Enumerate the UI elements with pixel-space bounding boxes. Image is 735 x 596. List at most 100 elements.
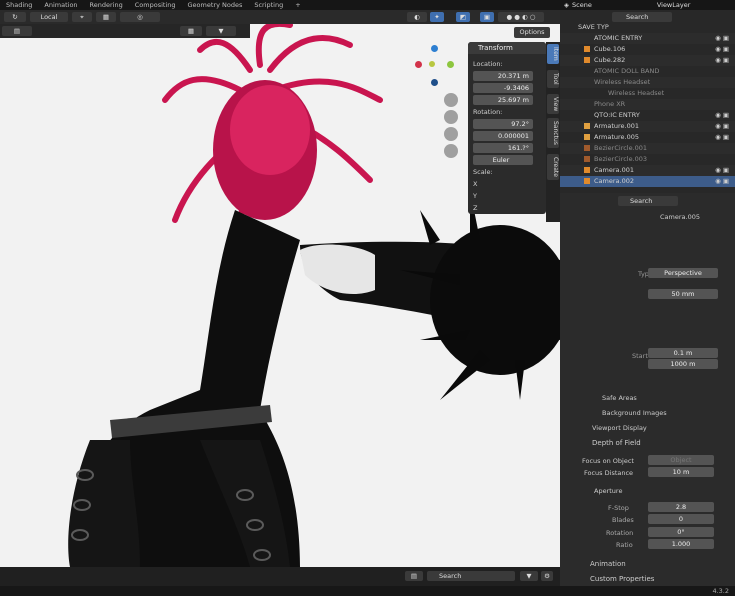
rotation-x-field[interactable]: 97.2° bbox=[473, 119, 533, 129]
tab-sanctus[interactable]: Sanctus bbox=[547, 118, 559, 148]
eye-icon[interactable]: ◉ ▣ bbox=[715, 121, 729, 132]
add-workspace-icon[interactable]: + bbox=[289, 0, 306, 10]
safe-areas-label[interactable]: Safe Areas bbox=[602, 394, 637, 402]
aperture-rotation-field[interactable]: 0° bbox=[648, 527, 714, 537]
status-bar: 4.3.2 bbox=[0, 586, 735, 596]
animation-section[interactable]: Animation bbox=[590, 560, 626, 568]
list-item[interactable]: Armature.001 bbox=[594, 121, 639, 132]
list-item[interactable]: Cube.106 bbox=[594, 44, 625, 55]
navigation-gizmo[interactable] bbox=[415, 45, 460, 90]
eye-icon[interactable]: ◉ ▣ bbox=[715, 132, 729, 143]
filter-icon[interactable]: ▼ bbox=[206, 26, 236, 36]
neg-x-axis-icon[interactable] bbox=[429, 61, 435, 67]
list-item[interactable]: SAVE TYP bbox=[578, 22, 609, 33]
transform-header[interactable]: Transform bbox=[468, 42, 546, 54]
shading-modes[interactable]: ● ● ◐ ○ bbox=[498, 12, 544, 22]
location-x-field[interactable]: 20.371 m bbox=[473, 71, 533, 81]
fstop-field[interactable]: 2.8 bbox=[648, 502, 714, 512]
blades-field[interactable]: 0 bbox=[648, 514, 714, 524]
proportional-edit-icon[interactable]: ◎ bbox=[120, 12, 160, 22]
type-dropdown[interactable]: Perspective bbox=[648, 268, 718, 278]
zoom-icon[interactable] bbox=[444, 93, 458, 107]
editor-type-icon[interactable]: ▤ bbox=[2, 26, 32, 36]
gizmo-icon[interactable]: ✦ bbox=[430, 12, 444, 22]
list-item[interactable]: Wireless Headset bbox=[594, 77, 650, 88]
focal-length-field[interactable]: 50 mm bbox=[648, 289, 718, 299]
properties-search[interactable]: Search bbox=[618, 196, 678, 206]
timeline-search[interactable]: Search bbox=[427, 571, 515, 581]
armature-icon bbox=[584, 123, 590, 129]
focus-object-field[interactable]: Object bbox=[648, 455, 714, 465]
z-axis-icon[interactable] bbox=[431, 45, 438, 52]
filter-icon[interactable]: ▼ bbox=[520, 571, 538, 581]
outliner-search[interactable]: Search bbox=[612, 12, 672, 22]
snap-target-icon[interactable]: ▦ bbox=[96, 12, 116, 22]
viewport-header: ↻ Local ⌖ ▦ ◎ ◐ ✦ ◩ ▣ ● ● ◐ ○ bbox=[0, 10, 560, 24]
background-images-label[interactable]: Background Images bbox=[602, 409, 667, 417]
tab-rendering[interactable]: Rendering bbox=[84, 0, 129, 10]
rotation-z-field[interactable]: 161.?° bbox=[473, 143, 533, 153]
rotation-mode-dropdown[interactable]: Euler bbox=[473, 155, 533, 165]
snap-icon[interactable]: ⌖ bbox=[72, 12, 92, 22]
camera-view-icon[interactable] bbox=[444, 127, 458, 141]
list-item[interactable]: ATOMIC DOLL BAND bbox=[594, 66, 659, 77]
list-item[interactable]: Phone XR bbox=[594, 99, 625, 110]
list-item[interactable]: BezierCircle.003 bbox=[594, 154, 647, 165]
viewport-display-label[interactable]: Viewport Display bbox=[592, 424, 647, 432]
rotation-y-field[interactable]: 0.000001 bbox=[473, 131, 533, 141]
tab-tool[interactable]: Tool bbox=[547, 70, 559, 88]
transform-orientation-icon[interactable]: ↻ bbox=[4, 12, 26, 22]
x-axis-icon[interactable] bbox=[415, 61, 422, 68]
tab-shading[interactable]: Shading bbox=[0, 0, 38, 10]
y-axis-icon[interactable] bbox=[447, 61, 454, 68]
transform-panel: Transform Location: 20.371 m -9.3406 25.… bbox=[468, 42, 546, 214]
list-item[interactable]: QTO:IC ENTRY bbox=[594, 110, 640, 121]
camera-icon bbox=[584, 167, 590, 173]
list-item[interactable]: ATOMIC ENTRY bbox=[594, 33, 642, 44]
overlay-icon[interactable]: ◩ bbox=[456, 12, 470, 22]
list-item[interactable]: BezierCircle.001 bbox=[594, 143, 647, 154]
sidebar-tabs: Item Tool View Sanctus Create bbox=[546, 42, 560, 222]
clip-start-field[interactable]: 0.1 m bbox=[648, 348, 718, 358]
custom-properties-section[interactable]: Custom Properties bbox=[590, 575, 654, 583]
select-mode-icon[interactable]: ▦ bbox=[180, 26, 202, 36]
options-button[interactable]: Options bbox=[514, 27, 550, 38]
clip-end-field[interactable]: 1000 m bbox=[648, 359, 718, 369]
list-item[interactable]: Armature.005 bbox=[594, 132, 639, 143]
location-y-field[interactable]: -9.3406 bbox=[473, 83, 533, 93]
neg-z-axis-icon[interactable] bbox=[431, 79, 438, 86]
tab-view[interactable]: View bbox=[547, 94, 559, 115]
tab-animation[interactable]: Animation bbox=[38, 0, 83, 10]
eye-icon[interactable]: ◉ ▣ bbox=[715, 33, 729, 44]
ratio-field[interactable]: 1.000 bbox=[648, 539, 714, 549]
location-z-field[interactable]: 25.697 m bbox=[473, 95, 533, 105]
eye-icon[interactable]: ◉ ▣ bbox=[715, 55, 729, 66]
gear-icon[interactable]: ⚙ bbox=[541, 571, 553, 581]
aperture-header[interactable]: Aperture bbox=[594, 487, 622, 495]
tab-item[interactable]: Item bbox=[547, 44, 559, 64]
scale-y-label: Y bbox=[473, 192, 477, 200]
editor-type-icon[interactable]: ▤ bbox=[405, 571, 423, 581]
visibility-icon[interactable]: ◐ bbox=[407, 12, 427, 22]
xray-icon[interactable]: ▣ bbox=[480, 12, 494, 22]
pivot-dropdown[interactable]: Local bbox=[30, 12, 68, 22]
focus-distance-field[interactable]: 10 m bbox=[648, 467, 714, 477]
workspace-tabs: Shading Animation Rendering Compositing … bbox=[0, 0, 560, 10]
view-layer-name[interactable]: ViewLayer bbox=[657, 1, 691, 9]
scene-name[interactable]: Scene bbox=[572, 1, 592, 9]
eye-icon[interactable]: ◉ ▣ bbox=[715, 176, 729, 187]
tab-geometry-nodes[interactable]: Geometry Nodes bbox=[182, 0, 249, 10]
eye-icon[interactable]: ◉ ▣ bbox=[715, 110, 729, 121]
dof-header[interactable]: Depth of Field bbox=[592, 439, 641, 447]
tab-scripting[interactable]: Scripting bbox=[248, 0, 289, 10]
eye-icon[interactable]: ◉ ▣ bbox=[715, 165, 729, 176]
eye-icon[interactable]: ◉ ▣ bbox=[715, 44, 729, 55]
list-item[interactable]: Camera.001 bbox=[594, 165, 634, 176]
tab-compositing[interactable]: Compositing bbox=[129, 0, 182, 10]
list-item[interactable]: Wireless Headset bbox=[608, 88, 664, 99]
tab-create[interactable]: Create bbox=[547, 154, 559, 180]
pan-icon[interactable] bbox=[444, 110, 458, 124]
ortho-toggle-icon[interactable] bbox=[444, 144, 458, 158]
list-item[interactable]: Camera.002 bbox=[594, 176, 634, 187]
list-item[interactable]: Cube.282 bbox=[594, 55, 625, 66]
